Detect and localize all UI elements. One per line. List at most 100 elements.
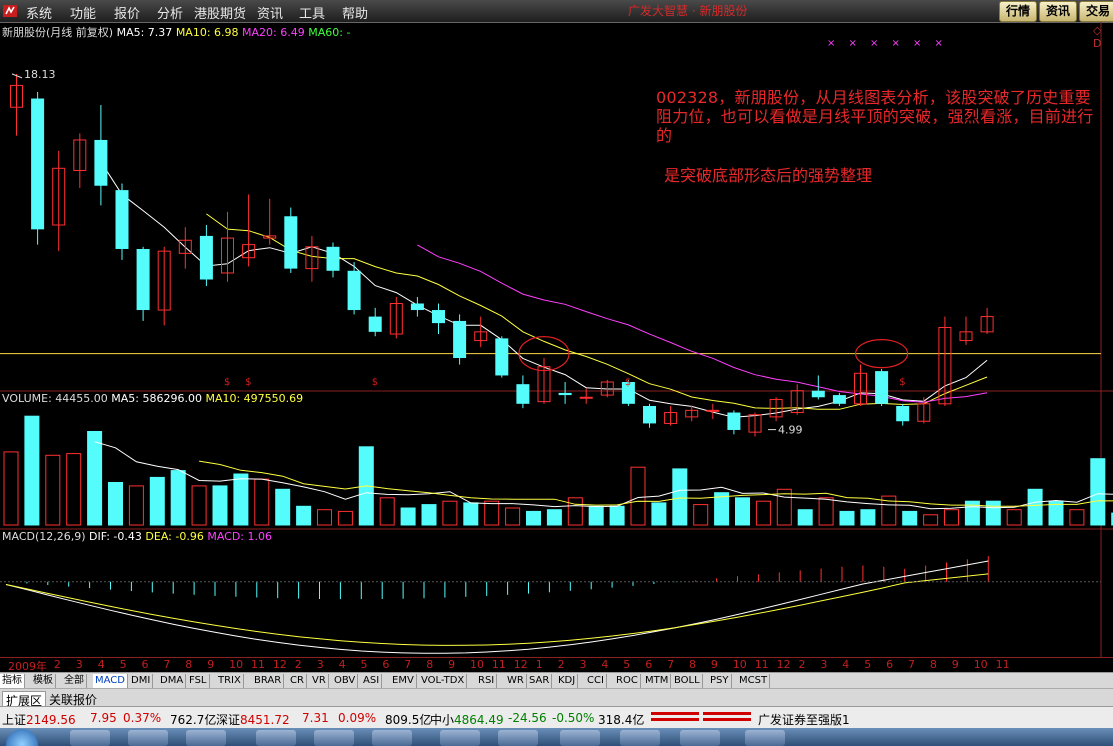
indicator-tab[interactable]: OBV [332,674,359,688]
candle-body [495,338,509,376]
app-icon[interactable] [186,730,226,746]
time-axis-label: 10 [470,658,484,671]
time-axis-label: 3 [579,658,587,671]
volume-ma5-label: MA5: 586296.00 [111,392,202,405]
indicator-tab[interactable]: 模板 [31,674,56,688]
indicator-tab[interactable]: CCI [585,674,607,688]
market-button[interactable]: 行情 [999,1,1037,22]
indicator-tab[interactable]: MTM [643,674,672,688]
indicator-tab[interactable]: MACD [93,674,128,688]
trade-button[interactable]: 交易 [1079,1,1113,22]
sz-percent: 0.09% [338,711,377,725]
volume-bar [149,476,165,526]
volume-bar [128,485,144,526]
volume-bar [776,488,792,526]
volume-bar [567,497,583,526]
sh-percent: 0.37% [123,711,162,725]
time-axis-label: 9 [207,658,215,671]
ie-icon[interactable] [70,730,110,746]
os-taskbar [0,728,1113,746]
volume-bar [275,488,291,526]
indicator-tab[interactable]: 全部 [62,674,87,688]
zx-index[interactable]: 中小4864.49 [430,711,504,728]
candle-body [284,216,298,269]
indicator-tab[interactable]: BOLL [672,674,703,688]
low-price-label: 4.99 [778,424,803,437]
time-axis-label: 2 [557,658,565,671]
volume-bar [923,514,939,526]
time-axis-label: 2 [53,658,61,671]
time-axis-label: 5 [360,658,368,671]
indicator-tab[interactable]: KDJ [556,674,579,688]
analysis-annotation: 002328，新朋股份，从月线图表分析，该股突破了历史重要阻力位，也可以看做是月… [656,88,1094,145]
candle-body [516,384,530,404]
app-icon[interactable] [680,730,720,746]
extension-tabs: 扩展区 关联报价 [0,688,1113,710]
menu-help[interactable]: 帮助 [342,3,368,22]
indicator-tabs: 指标 模板 全部 MACD DMI DMA FSL TRIX BRAR CR VR OBV ASI EMV… [0,672,1113,689]
indicator-tab[interactable]: VR [310,674,329,688]
app-icon[interactable] [498,730,538,746]
time-axis-label: 11 [995,658,1010,671]
indicator-tab[interactable]: 指标 [0,674,25,688]
volume-bar [24,415,40,526]
news-button[interactable]: 资讯 [1039,1,1077,22]
menu-hk-futures[interactable]: 港股期货 [194,3,246,22]
time-axis-label: 6 [382,658,390,671]
app-icon[interactable] [372,730,412,746]
status-bar: 上证2149.56 7.95 0.37% 762.7亿 深证8451.72 7.… [0,706,1113,729]
start-orb-icon[interactable] [6,729,38,746]
volume-bar [463,502,479,526]
app-icon[interactable] [440,730,480,746]
menu-news[interactable]: 资讯 [257,3,283,22]
indicator-tab[interactable]: RSI [476,674,498,688]
menu-analysis[interactable]: 分析 [157,3,183,22]
indicator-tab[interactable]: ROC [614,674,641,688]
indicator-tab[interactable]: PSY [708,674,732,688]
volume-bar [87,431,103,526]
menu-function[interactable]: 功能 [70,3,96,22]
volume-bar [1006,509,1022,526]
indicator-tab[interactable]: EMV [390,674,417,688]
indicator-tab[interactable]: ASI [361,674,383,688]
candle-body [579,396,593,399]
indicator-tab[interactable]: VOL-TDX [419,674,468,688]
folder-icon[interactable] [128,730,168,746]
volume-bar [379,497,395,526]
indicator-tab[interactable]: SAR [527,674,553,688]
candle-body [643,405,656,424]
volume-bar [839,510,855,526]
indicator-tab[interactable]: BRAR [252,674,285,688]
time-axis-label: 10 [229,658,244,671]
candle-body [896,405,910,422]
volume-bar [588,505,604,526]
candle-body [811,390,825,398]
volume-bar [296,505,312,526]
volume-bar [1069,509,1085,526]
indicator-tab[interactable]: FSL [187,674,210,688]
indicator-tab[interactable]: CR [288,674,307,688]
indicator-tab[interactable]: DMA [158,674,187,688]
app-icon[interactable] [620,730,660,746]
menu-system[interactable]: 系统 [26,3,52,22]
sh-index[interactable]: 上证2149.56 [2,711,76,728]
menu-quote[interactable]: 报价 [114,3,140,22]
app-icon[interactable] [745,730,785,746]
indicator-tab[interactable]: WR [505,674,527,688]
time-axis-label: 8 [689,658,696,671]
time-axis-label: 7 [908,658,915,671]
app-icon[interactable] [560,730,600,746]
app-icon[interactable] [314,730,354,746]
indicator-tab[interactable]: TRIX [216,674,244,688]
app-icon[interactable] [256,730,296,746]
sz-index[interactable]: 深证8451.72 [216,711,290,728]
indicator-tab[interactable]: MCST [737,674,771,688]
indicator-tab[interactable]: DMI [129,674,154,688]
dividend-marker: $ [245,377,251,388]
dea-label: DEA: -0.96 [145,530,204,543]
macd-name-label: MACD(12,26,9) [2,530,86,543]
menu-tools[interactable]: 工具 [299,3,325,22]
volume-bar [672,468,688,526]
candle-body [875,371,889,404]
time-axis-label: 6 [645,658,653,671]
